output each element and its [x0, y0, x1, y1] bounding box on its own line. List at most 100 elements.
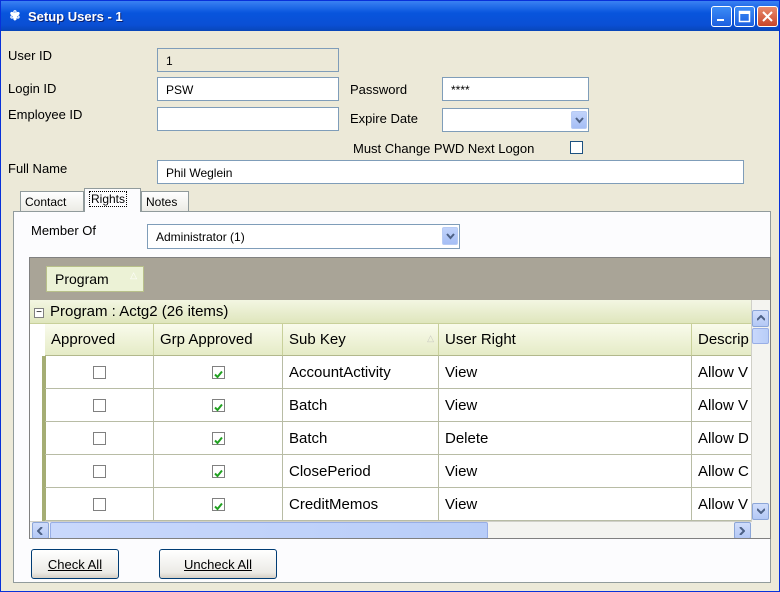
- approved-checkbox[interactable]: [93, 399, 106, 412]
- approved-cell[interactable]: [45, 422, 154, 455]
- check-all-label: Check All: [47, 557, 103, 572]
- sub-key-cell[interactable]: Batch: [283, 389, 439, 422]
- minimize-icon: [717, 19, 724, 21]
- horizontal-scrollbar[interactable]: [30, 521, 752, 538]
- group-by-area: Program △: [30, 258, 770, 300]
- tab-contact[interactable]: Contact: [20, 191, 84, 211]
- sub-key-header-label: Sub Key: [289, 331, 346, 348]
- grp-approved-cell[interactable]: [154, 488, 283, 521]
- close-button[interactable]: [757, 6, 778, 27]
- approved-cell[interactable]: [45, 455, 154, 488]
- title-bar[interactable]: ✾ Setup Users - 1: [1, 1, 779, 31]
- scroll-down-button[interactable]: [752, 503, 769, 520]
- must-change-pwd-label: Must Change PWD Next Logon: [353, 141, 535, 156]
- grp-approved-cell[interactable]: [154, 455, 283, 488]
- must-change-pwd-checkbox[interactable]: [570, 141, 583, 154]
- sort-asc-icon: △: [130, 270, 137, 280]
- member-of-dropdown-button[interactable]: [442, 227, 458, 245]
- checkmark-icon: [214, 403, 223, 412]
- vertical-scroll-thumb[interactable]: [752, 328, 769, 344]
- grp-approved-checkbox[interactable]: [212, 399, 225, 412]
- maximize-button[interactable]: [734, 6, 755, 27]
- uncheck-all-label: Uncheck All: [184, 557, 252, 572]
- approved-checkbox[interactable]: [93, 366, 106, 379]
- maximize-icon: [738, 10, 751, 23]
- grp-approved-checkbox[interactable]: [212, 498, 225, 511]
- approved-checkbox[interactable]: [93, 465, 106, 478]
- approved-cell[interactable]: [45, 488, 154, 521]
- login-id-label: Login ID: [8, 81, 57, 96]
- chevron-left-icon: [37, 527, 43, 535]
- sub-key-cell[interactable]: Batch: [283, 422, 439, 455]
- column-header-grp-approved[interactable]: Grp Approved: [154, 324, 283, 356]
- employee-id-field[interactable]: [157, 107, 339, 131]
- grp-approved-checkbox[interactable]: [212, 366, 225, 379]
- expire-date-combo[interactable]: [442, 108, 589, 132]
- rights-grid: Program △ − Program : Actg2 (26 items) Ap…: [29, 257, 771, 539]
- checkmark-icon: [214, 502, 223, 511]
- description-cell[interactable]: Allow V: [692, 389, 752, 422]
- sub-key-cell[interactable]: ClosePeriod: [283, 455, 439, 488]
- full-name-label: Full Name: [8, 161, 68, 176]
- user-right-cell[interactable]: View: [439, 356, 692, 389]
- checkmark-icon: [214, 436, 223, 445]
- minimize-button[interactable]: [711, 6, 732, 27]
- column-header-approved[interactable]: Approved: [45, 324, 154, 356]
- vertical-scrollbar[interactable]: [751, 300, 770, 538]
- group-by-chip-label: Program: [55, 271, 109, 287]
- user-right-cell[interactable]: View: [439, 488, 692, 521]
- checkmark-icon: [214, 469, 223, 478]
- tab-rights[interactable]: Rights: [84, 188, 141, 212]
- user-id-field[interactable]: 1: [157, 48, 339, 72]
- collapse-icon[interactable]: −: [34, 308, 44, 318]
- scroll-left-button[interactable]: [32, 522, 49, 538]
- user-right-cell[interactable]: Delete: [439, 422, 692, 455]
- group-row-actg2[interactable]: − Program : Actg2 (26 items): [30, 300, 770, 324]
- sub-key-cell[interactable]: CreditMemos: [283, 488, 439, 521]
- member-of-combo[interactable]: Administrator (1): [147, 224, 460, 249]
- grp-approved-checkbox[interactable]: [212, 432, 225, 445]
- group-by-program-chip[interactable]: Program △: [46, 266, 144, 292]
- approved-checkbox[interactable]: [93, 498, 106, 511]
- description-cell[interactable]: Allow D: [692, 422, 752, 455]
- full-name-field[interactable]: Phil Weglein: [157, 160, 744, 184]
- tab-rights-label: Rights: [89, 191, 128, 207]
- sub-key-cell[interactable]: AccountActivity: [283, 356, 439, 389]
- approved-cell[interactable]: [45, 356, 154, 389]
- grp-approved-cell[interactable]: [154, 422, 283, 455]
- tab-notes[interactable]: Notes: [141, 191, 189, 211]
- password-field[interactable]: ****: [442, 77, 589, 101]
- grp-approved-cell[interactable]: [154, 389, 283, 422]
- user-right-cell[interactable]: View: [439, 455, 692, 488]
- column-header-description[interactable]: Descrip: [692, 324, 752, 356]
- window-title: Setup Users - 1: [28, 9, 123, 24]
- scroll-right-button[interactable]: [734, 522, 751, 538]
- password-label: Password: [350, 82, 408, 97]
- column-header-user-right[interactable]: User Right: [439, 324, 692, 356]
- grp-approved-checkbox[interactable]: [212, 465, 225, 478]
- setup-users-window: ✾ Setup Users - 1 User ID 1 Login ID PSW…: [0, 0, 780, 592]
- user-id-label: User ID: [8, 48, 53, 63]
- approved-cell[interactable]: [45, 389, 154, 422]
- scroll-up-button[interactable]: [752, 310, 769, 327]
- horizontal-scroll-thumb[interactable]: [50, 522, 488, 538]
- description-cell[interactable]: Allow V: [692, 356, 752, 389]
- employee-id-label: Employee ID: [8, 107, 83, 122]
- expire-date-label: Expire Date: [350, 111, 418, 126]
- sort-asc-icon: △: [427, 333, 434, 343]
- group-row-label: Program : Actg2 (26 items): [50, 303, 229, 320]
- approved-checkbox[interactable]: [93, 432, 106, 445]
- checkmark-icon: [214, 370, 223, 379]
- app-icon: ✾: [9, 8, 21, 23]
- grp-approved-cell[interactable]: [154, 356, 283, 389]
- user-right-cell[interactable]: View: [439, 389, 692, 422]
- description-cell[interactable]: Allow C: [692, 455, 752, 488]
- description-cell[interactable]: Allow V: [692, 488, 752, 521]
- login-id-field[interactable]: PSW: [157, 77, 339, 101]
- chevron-down-icon: [757, 508, 765, 514]
- column-header-sub-key[interactable]: Sub Key △: [283, 324, 439, 356]
- chevron-down-icon: [575, 117, 584, 124]
- expire-date-dropdown-button[interactable]: [571, 111, 587, 129]
- uncheck-all-button[interactable]: Uncheck All: [159, 549, 277, 579]
- check-all-button[interactable]: Check All: [31, 549, 119, 579]
